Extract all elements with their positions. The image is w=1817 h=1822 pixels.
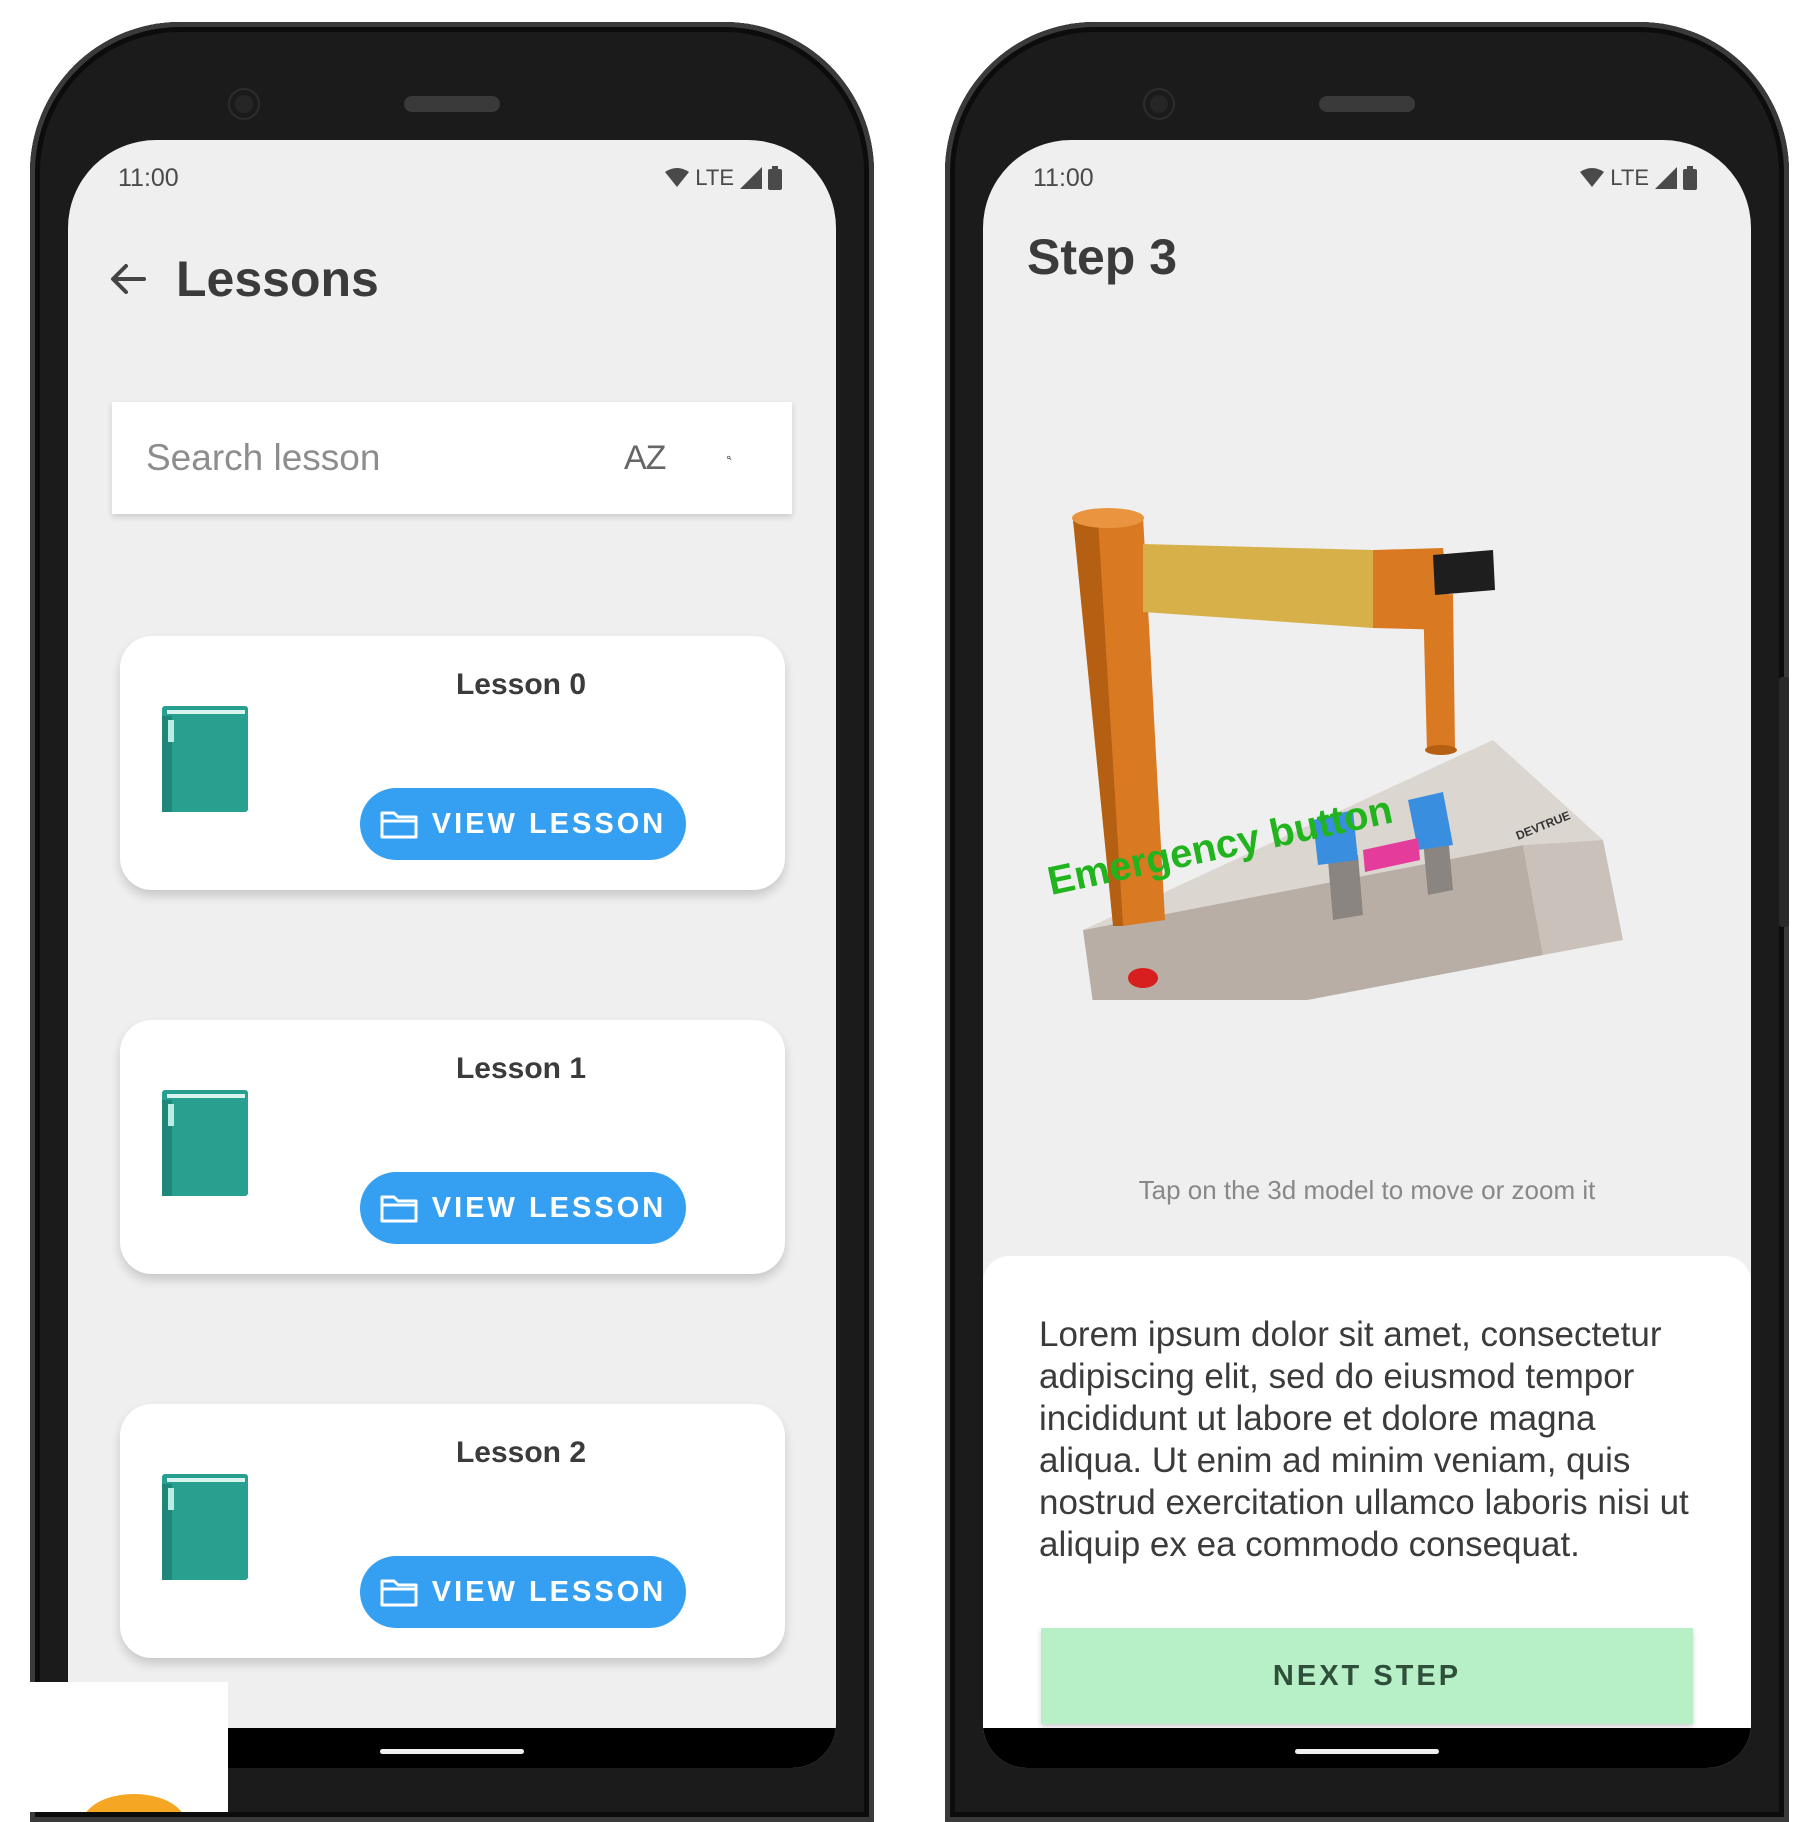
robot-arm-3d-model[interactable]: DEVTRUE Emergency button xyxy=(1023,360,1713,1000)
search-icon[interactable] xyxy=(727,437,732,479)
step-bottom-sheet: Lorem ipsum dolor sit amet, consectetur … xyxy=(983,1256,1751,1728)
network-label: LTE xyxy=(1610,165,1649,190)
search-input[interactable] xyxy=(144,436,624,480)
lesson-title: Lesson 0 xyxy=(455,668,587,701)
status-time: 11:00 xyxy=(118,163,179,192)
lesson-title: Lesson 1 xyxy=(455,1052,587,1085)
navigation-bar xyxy=(983,1728,1751,1768)
step-title: Step 3 xyxy=(1027,229,1178,285)
earpiece-speaker xyxy=(404,96,500,112)
model-hint-text: Tap on the 3d model to move or zoom it xyxy=(1138,1175,1596,1205)
network-label: LTE xyxy=(695,165,734,190)
back-arrow-icon[interactable] xyxy=(108,259,148,299)
home-gesture-handle[interactable] xyxy=(1295,1749,1439,1754)
volume-button xyxy=(1779,677,1789,927)
step-screen: 11:00 LTE Step 3 DEVTRUE Emergency butto… xyxy=(983,140,1751,1768)
app-bar: Lessons xyxy=(108,250,379,308)
earpiece-speaker xyxy=(1319,96,1415,112)
status-bar: 11:00 LTE xyxy=(68,140,836,216)
battery-icon xyxy=(768,166,782,190)
camera-lens xyxy=(1145,90,1173,118)
view-lesson-label: VIEW LESSON xyxy=(431,1191,667,1224)
book-icon xyxy=(162,706,248,812)
battery-icon xyxy=(1683,166,1697,190)
search-bar: AZ xyxy=(112,402,792,514)
next-step-button[interactable]: NEXT STEP xyxy=(1041,1628,1693,1724)
book-icon xyxy=(162,1090,248,1196)
emergency-button-part[interactable] xyxy=(1128,968,1158,988)
view-lesson-button[interactable]: VIEW LESSON xyxy=(360,1556,686,1628)
lesson-card: Lesson 2 VIEW LESSON xyxy=(120,1404,785,1658)
folder-icon xyxy=(380,811,418,839)
home-gesture-handle[interactable] xyxy=(380,1749,524,1754)
folder-icon xyxy=(380,1195,418,1223)
status-time: 11:00 xyxy=(1033,163,1094,192)
book-icon xyxy=(162,1474,248,1580)
overlay-card xyxy=(0,1682,228,1812)
view-lesson-button[interactable]: VIEW LESSON xyxy=(360,788,686,860)
step-description: Lorem ipsum dolor sit amet, consectetur … xyxy=(1039,1315,1689,1564)
phone-frame-step: 11:00 LTE Step 3 DEVTRUE Emergency butto… xyxy=(945,22,1789,1822)
camera-lens xyxy=(230,90,258,118)
view-lesson-label: VIEW LESSON xyxy=(431,1575,667,1608)
signal-icon xyxy=(1655,167,1677,189)
wifi-icon xyxy=(665,168,690,187)
view-lesson-label: VIEW LESSON xyxy=(431,807,667,840)
orange-badge xyxy=(82,1794,186,1812)
sort-az-icon[interactable]: AZ xyxy=(624,439,666,478)
wifi-icon xyxy=(1580,168,1605,187)
lessons-screen: 11:00 LTE Lessons AZ Lesson 0 VIEW LESSO… xyxy=(68,140,836,1768)
status-bar: 11:00 LTE xyxy=(983,140,1751,216)
folder-icon xyxy=(380,1579,418,1607)
lesson-card: Lesson 1 VIEW LESSON xyxy=(120,1020,785,1274)
view-lesson-button[interactable]: VIEW LESSON xyxy=(360,1172,686,1244)
signal-icon xyxy=(740,167,762,189)
phone-frame-lessons: 11:00 LTE Lessons AZ Lesson 0 VIEW LESSO… xyxy=(30,22,874,1822)
lesson-title: Lesson 2 xyxy=(455,1436,587,1469)
lesson-card: Lesson 0 VIEW LESSON xyxy=(120,636,785,890)
page-title: Lessons xyxy=(176,251,379,307)
